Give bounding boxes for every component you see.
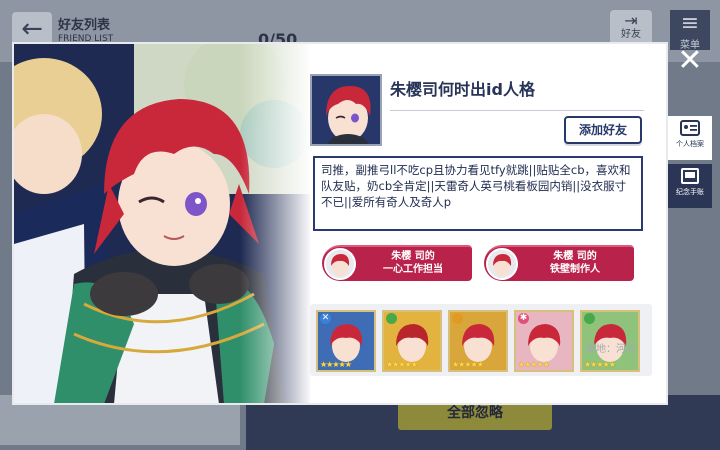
unit-button-1[interactable]: 朱樱 司的 一心工作担当 bbox=[322, 245, 472, 281]
close-button[interactable]: ✕ bbox=[670, 42, 710, 82]
tab-memorial[interactable]: 纪念手账 bbox=[668, 164, 712, 208]
avatar[interactable] bbox=[310, 74, 382, 146]
sun-attr-icon bbox=[452, 313, 463, 324]
name-divider bbox=[390, 110, 644, 111]
profile-bio: 司推，副推弓ll不吃cp且协力看见tfy就跳||贴贴全cb，喜欢和队友贴，奶cb… bbox=[313, 156, 643, 231]
id-card-icon bbox=[680, 120, 700, 136]
profile-side-tabs: 个人档案 纪念手账 bbox=[668, 116, 712, 212]
card-item[interactable]: ✱ ★★★★★ bbox=[514, 310, 574, 372]
unit-avatar-1 bbox=[324, 248, 356, 280]
cross-attr-icon: ✕ bbox=[320, 313, 331, 324]
friend-button-label: 好友 bbox=[621, 29, 641, 40]
unit-button-1-line1: 朱樱 司的 bbox=[391, 251, 435, 262]
close-icon: ✕ bbox=[677, 43, 703, 78]
unit-button-1-line2: 一心工作担当 bbox=[383, 264, 443, 275]
card-stars: ★★★★★ bbox=[386, 360, 418, 369]
avatar-art bbox=[312, 76, 380, 144]
unit-button-2-line1: 朱樱 司的 bbox=[553, 251, 597, 262]
hamburger-icon: ≡ bbox=[680, 11, 700, 36]
back-arrow-icon: ← bbox=[21, 14, 43, 44]
album-icon bbox=[681, 168, 699, 184]
card-stars: ★★★★★ bbox=[584, 360, 616, 369]
unit-button-2[interactable]: 朱樱 司的 铁壁制作人 bbox=[484, 245, 634, 281]
location-label: 属地：河北 bbox=[586, 344, 636, 355]
unit-button-2-line2: 铁壁制作人 bbox=[550, 264, 600, 275]
card-item[interactable]: ★★★★★ bbox=[382, 310, 442, 372]
card-stars: ★★★★★ bbox=[518, 360, 550, 369]
card-stars: ★★★★★ bbox=[320, 360, 352, 369]
tab-memorial-label: 纪念手账 bbox=[676, 188, 704, 196]
portrait-fade bbox=[240, 44, 312, 403]
card-item[interactable]: ✕ ★★★★★ bbox=[316, 310, 376, 372]
card-stars: ★★★★★ bbox=[452, 360, 484, 369]
username: 朱樱司何时出id人格 bbox=[390, 80, 535, 99]
leaf-attr-icon bbox=[386, 313, 397, 324]
leaf-attr-icon bbox=[584, 313, 595, 324]
unit-avatar-2 bbox=[486, 248, 518, 280]
page-title: 好友列表 bbox=[58, 18, 111, 33]
exit-icon: ⇥ bbox=[624, 11, 638, 30]
add-friend-button[interactable]: 添加好友 bbox=[564, 116, 642, 144]
star-attr-icon: ✱ bbox=[518, 313, 529, 324]
card-item[interactable]: ★★★★★ bbox=[448, 310, 508, 372]
tab-profile[interactable]: 个人档案 bbox=[668, 116, 712, 160]
tab-profile-label: 个人档案 bbox=[676, 140, 704, 148]
